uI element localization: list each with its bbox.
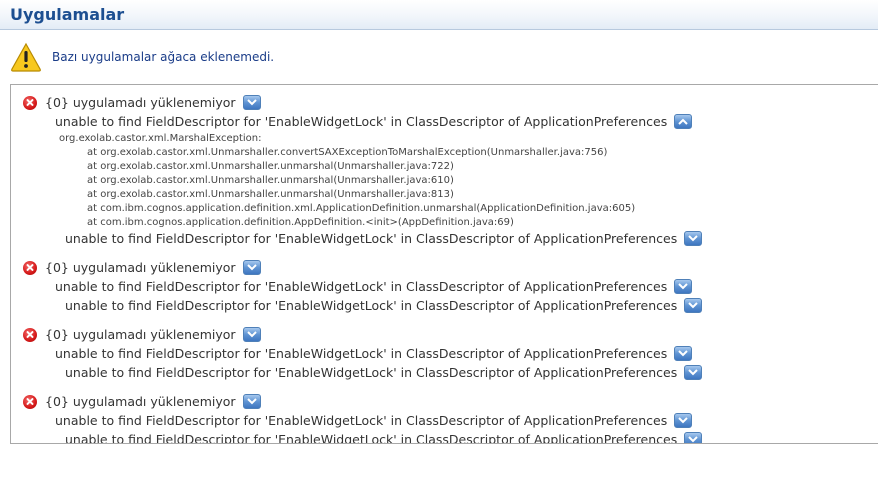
error-item-heading: {0} uygulamadı yüklenemiyor — [23, 327, 261, 342]
error-sub-message: unable to find FieldDescriptor for 'Enab… — [65, 231, 703, 246]
error-message: unable to find FieldDescriptor for 'Enab… — [55, 279, 693, 294]
error-sub-message: unable to find FieldDescriptor for 'Enab… — [65, 432, 703, 444]
header-bar: Uygulamalar — [0, 0, 878, 30]
expand-toggle-button[interactable] — [684, 365, 703, 380]
expand-toggle-button[interactable] — [684, 298, 703, 313]
error-message: unable to find FieldDescriptor for 'Enab… — [55, 114, 693, 129]
error-heading-text: {0} uygulamadı yüklenemiyor — [45, 327, 236, 342]
error-message: unable to find FieldDescriptor for 'Enab… — [55, 346, 693, 361]
stack-trace-line: at org.exolab.castor.xml.Unmarshaller.un… — [87, 161, 454, 172]
error-sub-message: unable to find FieldDescriptor for 'Enab… — [65, 365, 703, 380]
warning-banner: Bazı uygulamalar ağaca eklenemedi. — [10, 42, 274, 72]
stack-trace-line: at org.exolab.castor.xml.Unmarshaller.co… — [87, 147, 608, 158]
error-item-heading: {0} uygulamadı yüklenemiyor — [23, 394, 261, 409]
stack-trace-line: org.exolab.castor.xml.MarshalException: — [59, 133, 262, 144]
error-sub-message-text: unable to find FieldDescriptor for 'Enab… — [65, 231, 678, 246]
error-list-panel[interactable]: {0} uygulamadı yüklenemiyor unable to fi… — [10, 84, 878, 444]
chevron-down-icon — [246, 264, 257, 271]
stack-trace-line: at com.ibm.cognos.application.definition… — [87, 203, 636, 214]
expand-toggle-button[interactable] — [684, 432, 703, 443]
chevron-down-icon — [246, 331, 257, 338]
chevron-down-icon — [678, 417, 688, 424]
chevron-down-icon — [688, 369, 698, 376]
expand-toggle-button[interactable] — [242, 95, 261, 110]
stack-trace-line: at org.exolab.castor.xml.Unmarshaller.un… — [87, 175, 454, 186]
expand-toggle-button[interactable] — [684, 231, 703, 246]
error-heading-text: {0} uygulamadı yüklenemiyor — [45, 260, 236, 275]
chevron-down-icon — [246, 99, 257, 106]
error-icon — [23, 260, 37, 275]
error-item-heading: {0} uygulamadı yüklenemiyor — [23, 95, 261, 110]
error-message: unable to find FieldDescriptor for 'Enab… — [55, 413, 693, 428]
chevron-up-icon — [678, 118, 688, 125]
expand-toggle-button[interactable] — [242, 394, 261, 409]
collapse-toggle-button[interactable] — [674, 114, 693, 129]
expand-toggle-button[interactable] — [674, 346, 693, 361]
error-message-text: unable to find FieldDescriptor for 'Enab… — [55, 413, 668, 428]
error-sub-message-text: unable to find FieldDescriptor for 'Enab… — [65, 432, 678, 444]
chevron-down-icon — [688, 235, 698, 242]
expand-toggle-button[interactable] — [242, 327, 261, 342]
chevron-down-icon — [678, 350, 688, 357]
error-item-heading: {0} uygulamadı yüklenemiyor — [23, 260, 261, 275]
error-heading-text: {0} uygulamadı yüklenemiyor — [45, 394, 236, 409]
expand-toggle-button[interactable] — [242, 260, 261, 275]
error-sub-message-text: unable to find FieldDescriptor for 'Enab… — [65, 298, 678, 313]
error-icon — [23, 327, 37, 342]
error-sub-message-text: unable to find FieldDescriptor for 'Enab… — [65, 365, 678, 380]
chevron-down-icon — [688, 436, 698, 443]
chevron-down-icon — [678, 283, 688, 290]
error-icon — [23, 95, 37, 110]
warning-icon — [10, 42, 42, 72]
error-icon — [23, 394, 37, 409]
warning-text: Bazı uygulamalar ağaca eklenemedi. — [52, 50, 275, 64]
chevron-down-icon — [688, 302, 698, 309]
error-message-text: unable to find FieldDescriptor for 'Enab… — [55, 279, 668, 294]
error-sub-message: unable to find FieldDescriptor for 'Enab… — [65, 298, 703, 313]
chevron-down-icon — [246, 398, 257, 405]
stack-trace-line: at org.exolab.castor.xml.Unmarshaller.un… — [87, 189, 454, 200]
error-message-text: unable to find FieldDescriptor for 'Enab… — [55, 114, 668, 129]
error-heading-text: {0} uygulamadı yüklenemiyor — [45, 95, 236, 110]
stack-trace-line: at com.ibm.cognos.application.definition… — [87, 217, 514, 228]
error-message-text: unable to find FieldDescriptor for 'Enab… — [55, 346, 668, 361]
page-title: Uygulamalar — [10, 5, 125, 24]
expand-toggle-button[interactable] — [674, 279, 693, 294]
expand-toggle-button[interactable] — [674, 413, 693, 428]
